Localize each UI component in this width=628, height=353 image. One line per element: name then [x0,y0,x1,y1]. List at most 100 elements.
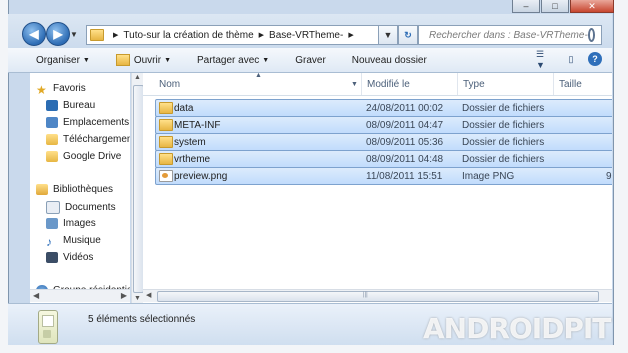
help-icon: ? [592,54,598,64]
window-controls: – □ ✕ [511,0,614,13]
organize-label: Organiser [36,54,80,66]
sidebar-item-google-drive[interactable]: Google Drive [46,151,121,162]
close-button[interactable]: ✕ [570,0,614,13]
nav-label: Bureau [63,100,96,111]
music-icon: ♪ [46,235,52,249]
file-date: 24/08/2011 00:02 [366,102,444,114]
sidebar-item-music[interactable]: ♪ Musique [46,235,101,249]
forward-button[interactable]: ▶ [46,22,70,46]
horizontal-scrollbar[interactable]: ◀ ||| [143,289,612,302]
breadcrumb-segment[interactable]: Tuto-sur la création de thème [123,30,253,41]
view-controls: ☰ ▼ ▯ ? [528,49,602,70]
navigation-scrollbar[interactable]: ▲ ▼ [131,73,144,303]
sidebar-item-downloads[interactable]: Téléchargement [46,134,130,145]
scroll-thumb[interactable] [157,291,599,302]
sidebar-item-images[interactable]: Images [46,218,96,229]
table-row[interactable]: system 08/09/2011 05:36 Dossier de fichi… [155,133,612,151]
address-bar[interactable]: ▶ Tuto-sur la création de thème ▶ Base-V… [86,25,386,45]
nav-label: Bibliothèques [53,184,114,195]
nav-label: Images [63,218,96,229]
scroll-up-icon[interactable]: ▲ [134,74,141,81]
sidebar-item-videos[interactable]: Vidéos [46,252,93,263]
file-type: Dossier de fichiers [462,102,545,114]
breadcrumb-separator-icon[interactable]: ▶ [113,31,118,39]
burn-button[interactable]: Graver [295,55,326,66]
table-row[interactable]: META-INF 08/09/2011 04:47 Dossier de fic… [155,116,612,134]
file-type: Image PNG [462,170,515,182]
nav-label: Vidéos [63,252,94,263]
scroll-right-icon[interactable]: ▶ [121,291,127,300]
google-drive-icon [46,151,58,162]
sidebar-item-documents[interactable]: Documents [46,201,116,214]
minimize-button[interactable]: – [512,0,540,13]
navigation-pane: ★ Favoris Bureau Emplacements Télécharge… [30,73,130,303]
nav-label: Favoris [53,83,86,94]
column-divider[interactable] [553,73,554,95]
chevron-down-icon: ▼ [82,56,90,64]
open-label: Ouvrir [133,54,162,66]
table-row[interactable]: preview.png 11/08/2011 15:51 Image PNG 9… [155,167,612,185]
nav-label: Documents [65,202,116,213]
chevron-down-icon[interactable]: ▼ [351,81,358,88]
file-name: system [174,136,206,148]
column-header-name[interactable]: Nom [159,79,180,90]
table-row[interactable]: data 24/08/2011 00:02 Dossier de fichier… [155,99,612,117]
sidebar-item-places[interactable]: Emplacements [46,117,129,128]
scroll-down-icon[interactable]: ▼ [134,295,141,302]
arrow-left-icon: ◀ [29,27,39,41]
details-view-icon: ☰ ▼ [536,49,545,70]
file-type: Dossier de fichiers [462,136,545,148]
share-label: Partager avec [197,54,260,66]
column-header-type[interactable]: Type [463,79,485,90]
navigation-horizontal-scrollbar[interactable]: ◀ ▶ [30,289,130,302]
table-row[interactable]: vrtheme 08/09/2011 04:48 Dossier de fich… [155,150,612,168]
breadcrumb-segment[interactable]: Base-VRTheme- [269,30,343,41]
burn-label: Graver [295,54,326,66]
file-name: data [174,102,194,114]
help-button[interactable]: ? [588,52,602,66]
new-folder-button[interactable]: Nouveau dossier [352,55,427,66]
refresh-icon: ↻ [404,29,412,40]
libraries-header[interactable]: Bibliothèques [36,184,113,195]
file-name: vrtheme [174,153,211,165]
breadcrumb-separator-icon[interactable]: ▶ [259,31,264,39]
file-type: Dossier de fichiers [462,153,545,165]
address-dropdown-button[interactable]: ▼ [378,25,398,45]
column-header-size[interactable]: Taille [559,79,582,90]
chevron-down-icon: ▼ [383,30,393,40]
device-key [43,330,51,338]
column-header-modified[interactable]: Modifié le [367,79,410,90]
recent-pages-dropdown[interactable]: ▼ [70,30,78,39]
file-name: preview.png [174,170,228,182]
folder-icon [90,29,104,41]
libraries-icon [36,184,48,195]
file-date: 08/09/2011 05:36 [366,136,444,148]
organize-button[interactable]: Organiser ▼ [36,55,90,66]
file-list: ▲ Nom ▼ Modifié le Type Taille data 24/0… [143,73,612,303]
back-button[interactable]: ◀ [22,22,46,46]
folder-icon [159,102,173,114]
refresh-button[interactable]: ↻ [398,25,418,45]
command-bar: Organiser ▼ Ouvrir ▼ Partager avec ▼ Gra… [8,48,612,73]
share-button[interactable]: Partager avec ▼ [197,55,269,66]
scroll-left-icon[interactable]: ◀ [146,291,151,299]
favorites-header[interactable]: ★ Favoris [36,83,86,97]
file-date: 08/09/2011 04:47 [366,119,444,131]
maximize-button[interactable]: □ [541,0,569,13]
search-input[interactable]: Rechercher dans : Base-VRTheme- [418,25,602,45]
column-divider[interactable] [361,73,362,95]
column-divider[interactable] [457,73,458,95]
scroll-left-icon[interactable]: ◀ [33,291,39,300]
watermark-logo: ANDROIDPIT [423,312,611,345]
sort-ascending-icon: ▲ [255,73,262,79]
preview-pane-button[interactable]: ▯ [562,52,580,67]
sidebar-item-desktop[interactable]: Bureau [46,100,95,111]
videos-icon [46,252,58,263]
recent-places-icon [46,117,58,128]
view-options-button[interactable]: ☰ ▼ [536,49,554,70]
search-icon[interactable] [587,28,595,42]
device-screen [42,315,54,327]
breadcrumb-separator-icon[interactable]: ▶ [348,31,353,39]
open-button[interactable]: Ouvrir ▼ [115,54,171,66]
multiple-items-icon [38,310,58,344]
